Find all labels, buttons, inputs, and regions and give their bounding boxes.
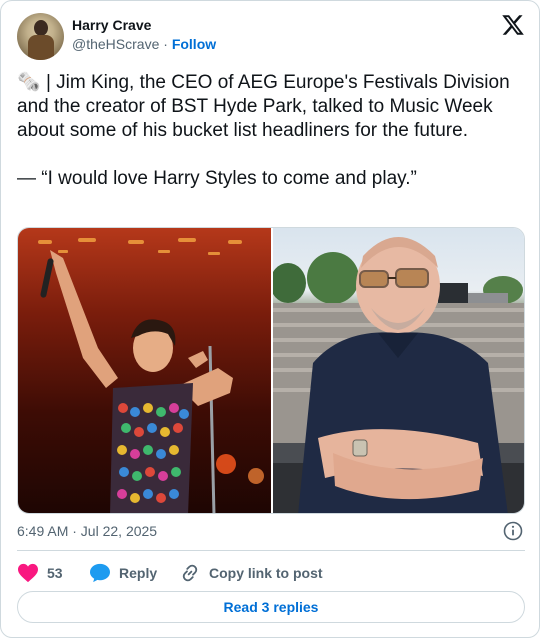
heart-icon [18,563,38,583]
photo-jim-king[interactable] [270,228,524,513]
avatar-head-shape [34,20,48,36]
avatar[interactable] [17,13,64,60]
tweet-header: Harry Crave @theHScrave · Follow [17,13,525,61]
tweet-text: 🗞️ | Jim King, the CEO of AEG Europe's F… [17,71,525,191]
link-icon [182,564,198,582]
author-name[interactable]: Harry Crave [72,16,216,34]
concert-scene [38,238,264,513]
tweet-body: | Jim King, the CEO of AEG Europe's Fest… [17,72,510,189]
copy-link-label: Copy link to post [209,565,323,581]
copy-link-button[interactable]: Copy link to post [179,561,323,585]
divider [17,550,525,551]
newspaper-emoji: 🗞️ [17,72,41,93]
tweet-card: Harry Crave @theHScrave · Follow 🗞️ | Ji… [0,0,540,638]
x-logo-icon[interactable] [501,13,525,37]
like-count: 53 [47,565,63,581]
author-handle-row: @theHScrave · Follow [72,34,216,54]
reply-bubble-icon [90,563,110,583]
photo-concert-performer[interactable] [18,228,271,513]
reply-button[interactable]: Reply [89,561,157,585]
post-timestamp[interactable]: 6:49 AM · Jul 22, 2025 [17,522,157,540]
avatar-body-shape [28,35,54,60]
author-info: Harry Crave @theHScrave · Follow [72,16,216,54]
like-button[interactable]: 53 [17,561,63,585]
follow-button[interactable]: Follow [172,36,216,52]
author-handle[interactable]: @theHScrave [72,36,159,52]
action-bar: 53 Reply Copy link to post [17,561,525,585]
info-icon[interactable] [503,521,523,541]
separator-dot: · [163,36,168,52]
media-grid[interactable] [17,227,525,514]
festival-crowd-scene [270,237,524,513]
reply-label: Reply [119,565,158,581]
read-replies-button[interactable]: Read 3 replies [17,591,525,623]
